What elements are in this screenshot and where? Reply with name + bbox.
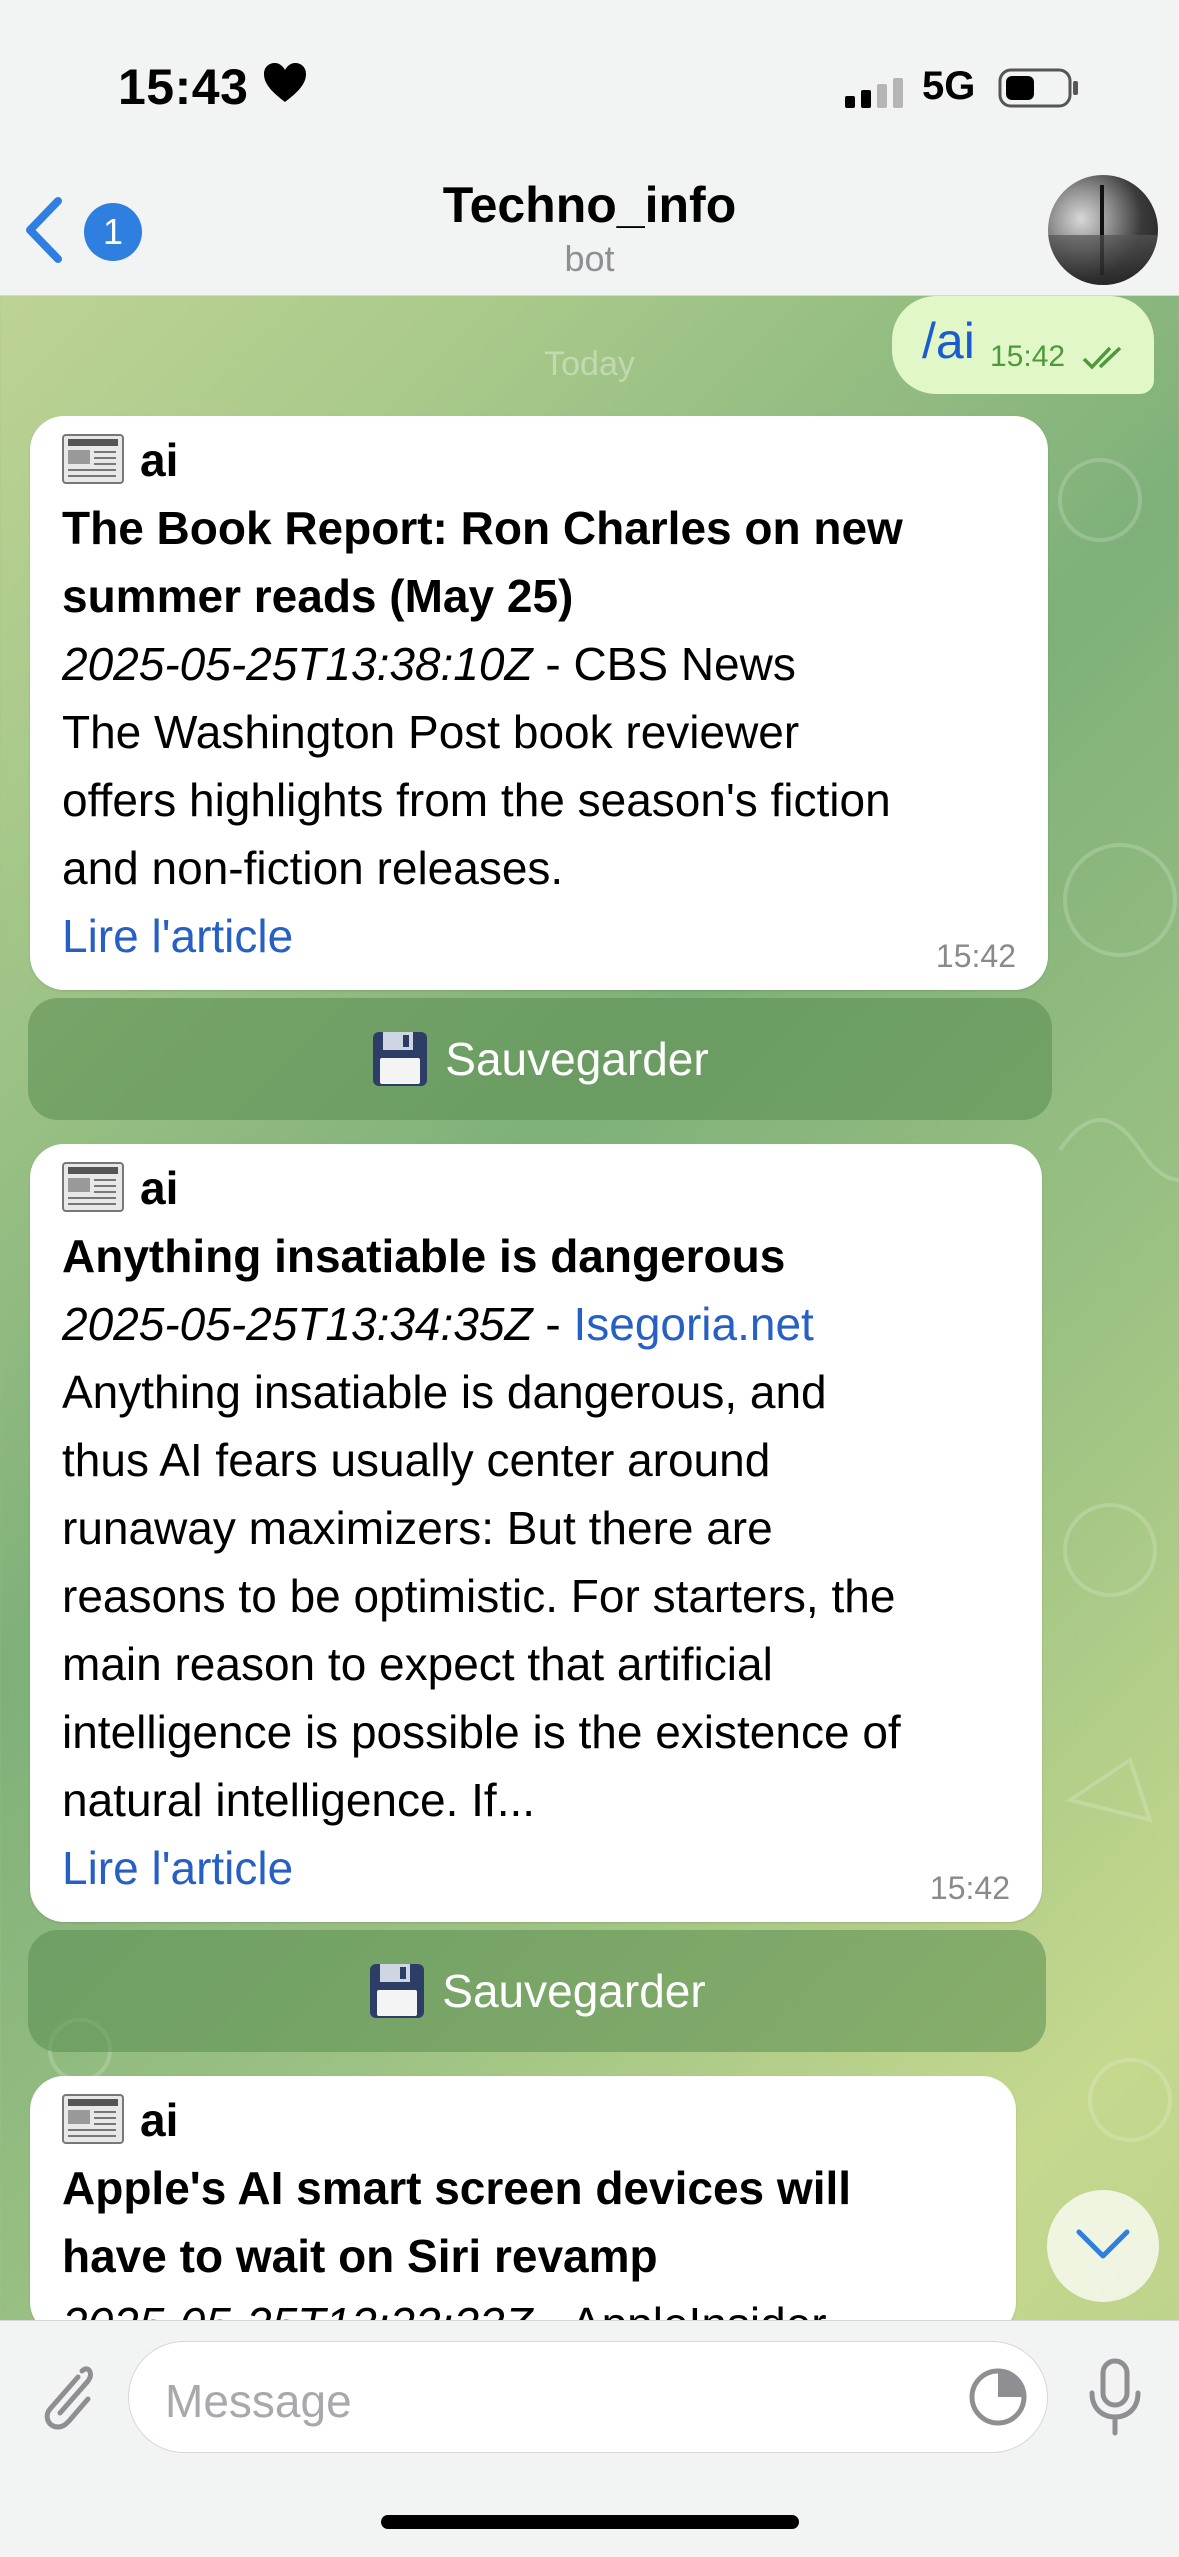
- status-time: 15:43: [118, 59, 249, 115]
- message-placeholder: Message: [165, 2375, 352, 2427]
- article-meta: 2025-05-25T13:38:10Z - CBS News: [62, 636, 796, 692]
- chevron-down-icon: [1076, 2229, 1130, 2259]
- battery-icon: [998, 68, 1078, 108]
- newspaper-icon: [62, 434, 124, 484]
- source-separator: -: [532, 638, 574, 690]
- chat-subtitle: bot: [564, 238, 615, 279]
- article-body: main reason to expect that artificial: [62, 1638, 773, 1690]
- message-tag: ai: [140, 1162, 179, 1214]
- article-body: natural intelligence. If...: [62, 1774, 536, 1826]
- article-title: have to wait on Siri revamp: [62, 2230, 658, 2282]
- article-title: summer reads (May 25): [62, 570, 574, 622]
- save-button-label: Sauvegarder: [442, 1965, 706, 2017]
- article-title: Anything insatiable is dangerous: [62, 1230, 786, 1282]
- sticker-icon[interactable]: [967, 2366, 1029, 2428]
- article-body: The Washington Post book reviewer: [62, 706, 800, 758]
- message-input[interactable]: Message: [128, 2341, 1048, 2453]
- read-article-link[interactable]: Lire l'article: [62, 1840, 293, 1896]
- newspaper-icon: [62, 1162, 124, 1212]
- article-source-link[interactable]: Isegoria.net: [573, 1298, 813, 1350]
- message-tag: ai: [140, 434, 179, 486]
- article-body: Anything insatiable is dangerous, and: [62, 1366, 827, 1418]
- paperclip-icon[interactable]: [32, 2357, 96, 2437]
- save-button[interactable]: Sauvegarder: [28, 1930, 1046, 2052]
- message-time: 15:42: [935, 938, 1016, 974]
- signal-strength-icon: [845, 78, 903, 108]
- article-date: 2025-05-25T13:38:10Z: [62, 638, 533, 690]
- scroll-to-bottom-button[interactable]: [1047, 2190, 1159, 2302]
- article-title: Apple's AI smart screen devices will: [62, 2162, 852, 2214]
- save-button[interactable]: Sauvegarder: [28, 998, 1052, 1120]
- network-label: 5G: [922, 64, 976, 108]
- news-message[interactable]: ai Anything insatiable is dangerous 2025…: [30, 1144, 1042, 1922]
- microphone-icon[interactable]: [1086, 2357, 1144, 2437]
- article-body: thus AI fears usually center around: [62, 1434, 771, 1486]
- source-separator: -: [532, 1298, 574, 1350]
- article-body: offers highlights from the season's fict…: [62, 774, 891, 826]
- article-date: 2025-05-25T13:34:35Z: [62, 1298, 533, 1350]
- home-indicator: [381, 2515, 799, 2529]
- article-meta: 2025-05-25T13:34:35Z - Isegoria.net: [62, 1296, 814, 1352]
- article-body: runaway maximizers: But there are: [62, 1502, 773, 1554]
- read-checks-icon: [1082, 346, 1122, 370]
- article-body: reasons to be optimistic. For starters, …: [62, 1570, 896, 1622]
- avatar[interactable]: [1048, 175, 1158, 285]
- news-message[interactable]: ai The Book Report: Ron Charles on new s…: [30, 416, 1048, 990]
- floppy-disk-icon: [373, 1032, 428, 1086]
- news-message[interactable]: ai Apple's AI smart screen devices will …: [30, 2076, 1016, 2350]
- outgoing-message-text[interactable]: /ai: [922, 312, 975, 370]
- read-article-link[interactable]: Lire l'article: [62, 908, 293, 964]
- outgoing-message[interactable]: /ai 15:42: [892, 296, 1154, 394]
- article-body: intelligence is possible is the existenc…: [62, 1706, 901, 1758]
- top-bar: 15:43 5G 1 Techno_info bot: [0, 0, 1179, 296]
- heart-icon: [264, 63, 306, 102]
- floppy-disk-icon: [370, 1964, 425, 2018]
- newspaper-icon: [62, 2094, 124, 2144]
- article-title: The Book Report: Ron Charles on new: [62, 502, 903, 554]
- save-button-label: Sauvegarder: [445, 1033, 709, 1085]
- chat-title[interactable]: Techno_info: [0, 176, 1179, 234]
- article-source: CBS News: [573, 638, 796, 690]
- message-tag: ai: [140, 2094, 179, 2146]
- article-body: and non-fiction releases.: [62, 842, 564, 894]
- message-time: 15:42: [990, 340, 1066, 373]
- message-time: 15:42: [929, 1870, 1010, 1906]
